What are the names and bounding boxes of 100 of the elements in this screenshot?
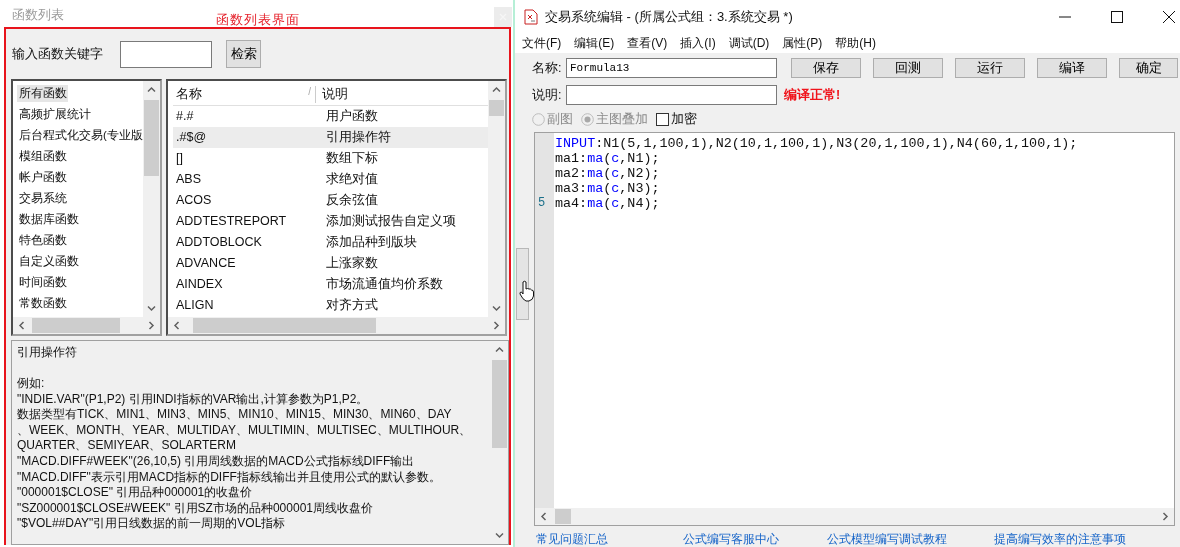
column-header[interactable]: 说明 <box>316 85 348 103</box>
option-label: 主图叠加 <box>596 110 648 128</box>
menu-item[interactable]: 文件(F) <box>522 33 575 53</box>
panel-title: 函数列表 <box>12 5 64 24</box>
description-line: "MACD.DIFF#WEEK"(26,10,5) 引用周线数据的MACD公式指标线DIFF输出 <box>17 453 416 470</box>
name-field[interactable]: Formula13 <box>566 58 777 78</box>
toolbar-button[interactable]: 编译 <box>1037 58 1107 78</box>
menu-item[interactable]: 调试(D) <box>728 33 783 53</box>
close-icon[interactable] <box>1162 9 1176 24</box>
code-editor[interactable]: 5 INPUT:N1(5,1,100,1),N2(10,1,100,1),N3(20,1,100,1),N4(60,1,100,1); ma1:ma(c,N1); ma2:ma(c,N2); ma3:ma(c,N3); ma4:ma(c,N4); <box>534 132 1175 526</box>
document-icon <box>523 8 539 25</box>
table-row[interactable]: ACOS 反余弦值 <box>173 189 488 211</box>
scroll-thumb[interactable] <box>144 99 159 176</box>
code-line: ma1:ma(c,N1); <box>555 151 661 166</box>
scroll-thumb[interactable] <box>193 317 376 333</box>
help-link[interactable]: 提高编写效率的注意事项 <box>994 532 1180 546</box>
toolbar-button[interactable]: 保存 <box>791 58 861 78</box>
category-item[interactable]: 帐户函数 <box>17 168 68 186</box>
menu-item[interactable]: 编辑(E) <box>574 33 628 53</box>
category-item[interactable]: 高频扩展统计 <box>17 105 92 123</box>
code-line: ma3:ma(c,N3); <box>555 181 661 196</box>
category-item[interactable]: 时间函数 <box>17 273 68 291</box>
category-item[interactable]: 自定义函数 <box>17 252 80 270</box>
category-item[interactable]: 特色函数 <box>17 231 68 249</box>
table-row[interactable]: ALIGN 对齐方式 <box>173 294 488 316</box>
category-item[interactable]: 后台程式化交易(专业版 <box>17 126 143 144</box>
search-button[interactable]: 检索 <box>226 40 261 69</box>
hand-cursor-icon <box>518 280 535 302</box>
description-line: "MACD.DIFF"表示引用MACD指标的DIFF指标线输出并且使用公式的默认参数。 <box>17 469 442 486</box>
chevron-down-icon[interactable] <box>495 531 504 540</box>
category-item[interactable]: 交易系统 <box>17 189 68 207</box>
category-item[interactable]: 数据库函数 <box>17 210 80 228</box>
table-row[interactable]: AINDEX 市场流通值均价系数 <box>173 273 488 295</box>
table-row[interactable]: ADVANCE 上涨家数 <box>173 252 488 274</box>
code-line: ma2:ma(c,N2); <box>555 166 661 181</box>
chevron-left-icon[interactable] <box>17 320 26 330</box>
chevron-up-icon[interactable] <box>495 344 504 354</box>
search-field[interactable] <box>120 40 212 68</box>
description-line: "000001$CLOSE" 引用品种000001的收盘价 <box>17 485 254 501</box>
table-row[interactable]: ADDTOBLOCK 添加品种到版块 <box>173 231 488 253</box>
chevron-right-icon[interactable] <box>147 320 156 330</box>
code-line: ma4:ma(c,N4); <box>555 196 661 211</box>
status-message: 编译正常! <box>784 86 841 104</box>
table-row[interactable]: ABS 求绝对值 <box>173 168 488 190</box>
menu-item[interactable]: 查看(V) <box>627 33 681 53</box>
description-line: "$VOL##DAY"引用日线数据的前一周期的VOL指标 <box>17 516 287 532</box>
table-row[interactable]: ADDTESTREPORT 添加测试报告自定义项 <box>173 210 488 232</box>
header-label: 名称 <box>176 85 202 103</box>
vertical-scrollbar[interactable] <box>143 80 160 317</box>
help-link[interactable]: 公式模型编写调试教程 <box>827 532 994 546</box>
line-number: 5 <box>538 196 546 210</box>
chevron-down-icon[interactable] <box>492 303 501 313</box>
field-label: 说明: <box>531 86 563 104</box>
description-field[interactable] <box>566 85 777 105</box>
code-line: INPUT:N1(5,1,100,1),N2(10,1,100,1),N3(20,1,100,1),N4(60,1,100,1); <box>555 136 1078 151</box>
scroll-thumb[interactable] <box>492 359 507 448</box>
description-line: 数据类型有TICK、MIN1、MIN3、MIN5、MIN10、MIN15、MIN30、MIN60、DAY <box>17 407 453 423</box>
chevron-left-icon[interactable] <box>172 320 181 330</box>
horizontal-scrollbar[interactable] <box>168 316 505 334</box>
option-label: 副图 <box>547 110 573 128</box>
description-line: "INDIE.VAR"(P1,P2) 引用INDI指标的VAR输出,计算参数为P1,P2。 <box>17 391 370 408</box>
category-item[interactable]: 常数函数 <box>17 294 68 312</box>
annotation-label: 函数列表界面 <box>216 10 300 29</box>
description-line: QUARTER、SEMIYEAR、SOLARTERM <box>17 438 237 454</box>
toolbar-button[interactable]: 确定 <box>1119 58 1178 78</box>
table-row[interactable]: .#$@ 引用操作符 <box>173 126 488 148</box>
option-label: 加密 <box>671 110 697 128</box>
chevron-right-icon[interactable] <box>492 320 501 330</box>
table-row[interactable]: #.# 用户函数 <box>173 105 488 127</box>
chevron-left-icon[interactable] <box>539 512 548 521</box>
vertical-scrollbar[interactable] <box>488 80 505 317</box>
horizontal-scrollbar[interactable] <box>13 316 160 334</box>
column-header[interactable]: 名称 / <box>173 85 316 103</box>
chevron-down-icon[interactable] <box>147 303 156 313</box>
menu-item[interactable]: 属性(P) <box>782 33 836 53</box>
scroll-thumb[interactable] <box>555 509 571 524</box>
description-line: 、WEEK、MONTH、YEAR、MULTIDAY、MULTIMIN、MULTISEC、MULTIHOUR、 <box>17 422 473 439</box>
search-label: 输入函数关键字 <box>12 45 104 63</box>
category-item[interactable]: 所有函数 <box>17 84 68 102</box>
table-row[interactable]: [] 数组下标 <box>173 147 488 169</box>
help-link[interactable]: 常见问题汇总 <box>536 532 683 546</box>
scroll-thumb[interactable] <box>489 99 504 116</box>
menu-item[interactable]: 插入(I) <box>680 33 729 53</box>
chevron-up-icon[interactable] <box>147 84 156 94</box>
horizontal-scrollbar[interactable] <box>535 508 1174 525</box>
chevron-up-icon[interactable] <box>492 84 501 94</box>
chevron-right-icon[interactable] <box>1161 512 1170 521</box>
menu-item[interactable]: 帮助(H) <box>835 33 889 53</box>
checkbox[interactable] <box>656 112 669 126</box>
description-heading: 引用操作符 <box>17 344 78 361</box>
help-link[interactable]: 公式编写客服中心 <box>683 532 827 546</box>
category-item[interactable]: 模组函数 <box>17 147 68 165</box>
field-label: 名称: <box>531 59 563 77</box>
description-line: "SZ000001$CLOSE#WEEK" 引用SZ市场的品种000001周线收盘价 <box>17 500 374 517</box>
maximize-icon[interactable] <box>1110 9 1124 24</box>
window-title: 交易系统编辑 - (所属公式组：3.系统交易 *) <box>545 7 794 26</box>
description-line: 例如: <box>17 376 46 392</box>
toolbar-button[interactable]: 运行 <box>955 58 1025 78</box>
scroll-thumb[interactable] <box>32 317 120 333</box>
toolbar-button[interactable]: 回测 <box>873 58 943 78</box>
